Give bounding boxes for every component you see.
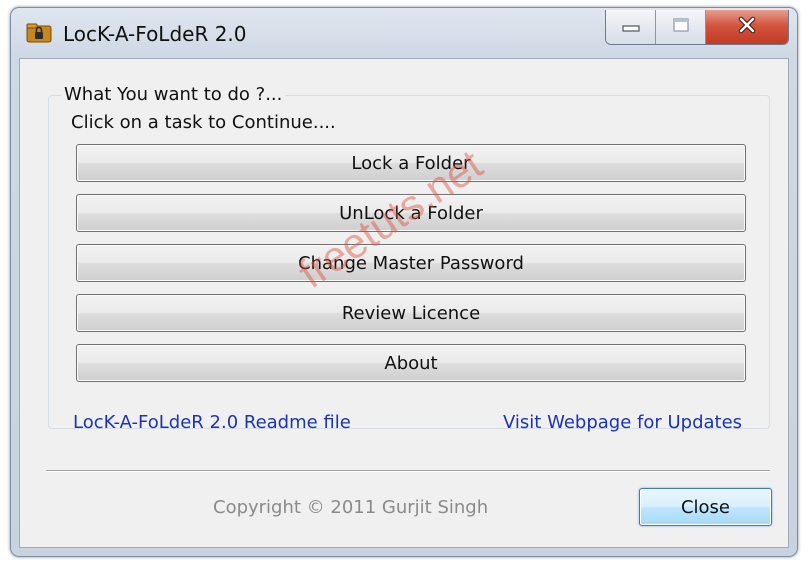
close-button[interactable]: Close [639, 488, 772, 526]
change-master-password-button[interactable]: Change Master Password [76, 244, 746, 282]
dialog-client-area: What You want to do ?... Click on a task… [19, 58, 789, 548]
title-bar[interactable]: LocK-A-FoLdeR 2.0 [11, 8, 797, 58]
lock-folder-icon [26, 23, 52, 43]
unlock-folder-button[interactable]: UnLock a Folder [76, 194, 746, 232]
maximize-button[interactable] [656, 10, 706, 44]
task-groupbox: What You want to do ?... Click on a task… [48, 82, 770, 429]
group-caption: What You want to do ?... [61, 82, 286, 108]
visit-webpage-link[interactable]: Visit Webpage for Updates [503, 410, 742, 436]
lock-folder-button[interactable]: Lock a Folder [76, 144, 746, 182]
maximize-icon [672, 17, 690, 37]
minimize-button[interactable] [606, 10, 656, 44]
review-licence-button[interactable]: Review Licence [76, 294, 746, 332]
separator [46, 470, 770, 472]
app-window: LocK-A-FoLdeR 2.0 What You want to do ?.… [10, 7, 798, 557]
window-title: LocK-A-FoLdeR 2.0 [63, 22, 247, 46]
minimize-icon [621, 18, 640, 37]
about-button[interactable]: About [76, 344, 746, 382]
group-subcaption: Click on a task to Continue.... [71, 112, 336, 133]
window-close-button[interactable] [706, 10, 788, 44]
caption-buttons [605, 10, 789, 45]
readme-link[interactable]: LocK-A-FoLdeR 2.0 Readme file [73, 410, 351, 436]
copyright-text: Copyright © 2011 Gurjit Singh [213, 497, 489, 518]
close-x-icon [737, 16, 757, 38]
